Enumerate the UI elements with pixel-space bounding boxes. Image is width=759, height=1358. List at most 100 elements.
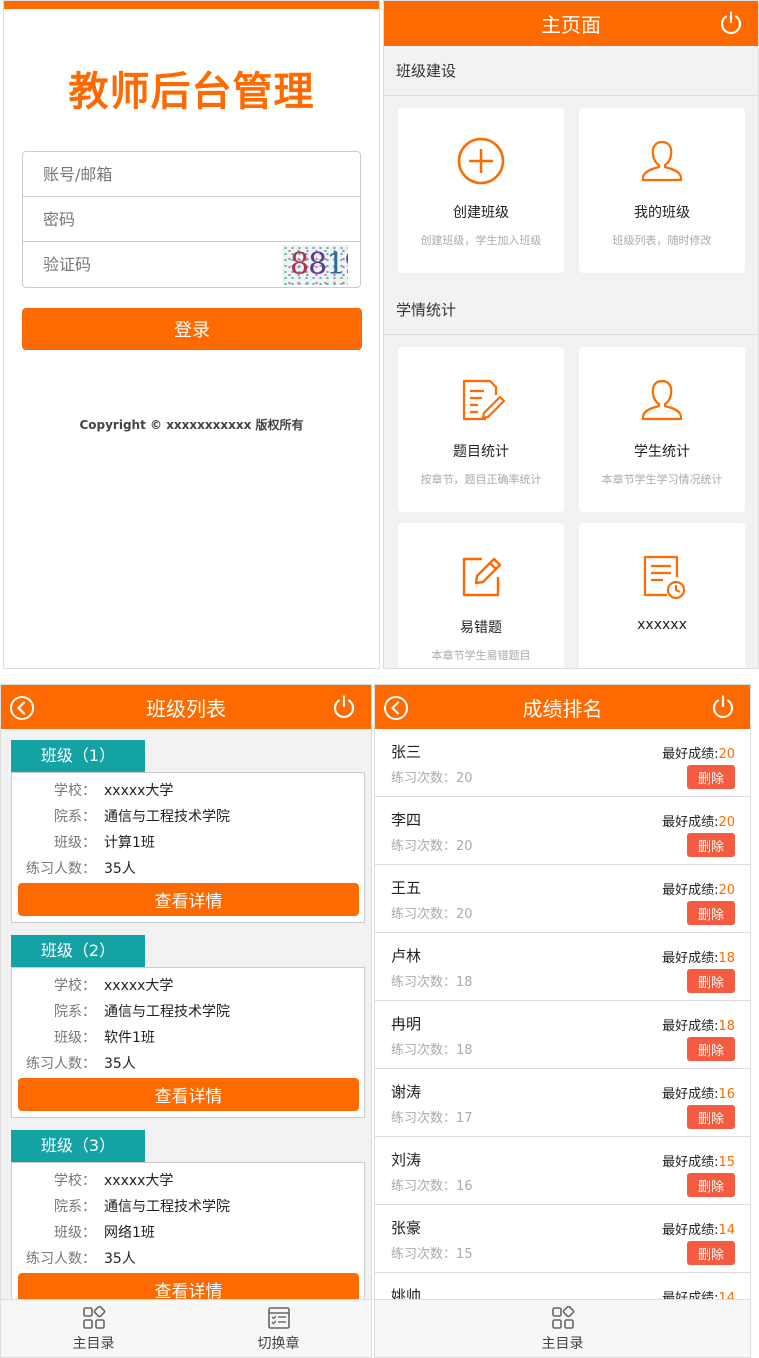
- student-name: 张三: [391, 743, 422, 761]
- count-row: 练习人数： 35人: [18, 1050, 358, 1076]
- back-icon[interactable]: [383, 695, 409, 721]
- count-label: 练习人数：: [26, 861, 96, 877]
- school-row: 学校： xxxxx大学: [18, 1167, 358, 1193]
- practice-value: 18: [456, 1043, 473, 1058]
- count-label: 练习人数：: [26, 1056, 96, 1072]
- dept-label: 院系：: [54, 809, 96, 825]
- table-row: 卢林 练习次数：18 最好成绩:18 删除: [375, 933, 750, 1001]
- class-label: 班级：: [54, 1030, 96, 1046]
- my-class-card[interactable]: 我的班级 班级列表，随时修改: [579, 108, 745, 273]
- delete-button[interactable]: 删除: [687, 765, 735, 789]
- top-accent-bar: [4, 1, 379, 9]
- delete-button[interactable]: 删除: [687, 1105, 735, 1129]
- delete-button[interactable]: 删除: [687, 833, 735, 857]
- table-row: 谢涛 练习次数：17 最好成绩:16 删除: [375, 1069, 750, 1137]
- grid-icon: [82, 1306, 105, 1329]
- student-name: 谢涛: [391, 1083, 422, 1101]
- count-row: 练习人数： 35人: [18, 1245, 358, 1271]
- login-title: 教师后台管理: [68, 69, 315, 115]
- dept-row: 院系： 通信与工程技术学院: [18, 998, 358, 1024]
- home-header: 主页面: [384, 1, 758, 46]
- school-value: xxxxx大学: [104, 783, 174, 799]
- class-info-box: 学校： xxxxx大学 院系： 通信与工程技术学院 班级： 网络1班 练习人数： 35人…: [11, 1162, 365, 1313]
- school-label: 学校：: [54, 1173, 96, 1189]
- school-value: xxxxx大学: [104, 978, 174, 994]
- delete-button[interactable]: 删除: [687, 969, 735, 993]
- view-details-button[interactable]: 查看详情: [18, 1078, 359, 1111]
- document-edit-icon: [462, 379, 506, 421]
- class-item: 班级（2） 学校： xxxxx大学 院系： 通信与工程技术学院 班级： 软件1班 练习…: [11, 935, 365, 1118]
- best-score: 最好成绩:16: [662, 1083, 735, 1102]
- dept-label: 院系：: [54, 1199, 96, 1215]
- practice-label: 练习次数：: [391, 1247, 457, 1262]
- delete-button[interactable]: 删除: [687, 1173, 735, 1197]
- tab-switch-chapter[interactable]: 切换章: [186, 1300, 371, 1357]
- other-card[interactable]: xxxxxx: [579, 523, 745, 668]
- class-value: 软件1班: [104, 1030, 155, 1046]
- bottom-tabbar: 主目录: [375, 1299, 750, 1357]
- dept-label: 院系：: [54, 1004, 96, 1020]
- best-score: 最好成绩:18: [662, 1015, 735, 1034]
- practice-value: 20: [456, 839, 473, 854]
- document-clock-icon: [643, 555, 686, 600]
- login-button[interactable]: 登录: [22, 308, 362, 350]
- student-stats-card[interactable]: 学生统计 本章节学生学习情况统计: [579, 347, 745, 512]
- ranking-header: 成绩排名: [375, 685, 750, 729]
- tab-label: 主目录: [541, 1336, 584, 1352]
- grid-icon: [551, 1306, 574, 1329]
- practice-value: 20: [456, 907, 473, 922]
- delete-button[interactable]: 删除: [687, 1241, 735, 1265]
- home-screen: 主页面 班级建设 创建班级 创建班级，学生加入班级 我的班级 班级列表，随时修改…: [383, 0, 759, 669]
- best-label: 最好成绩:: [662, 1223, 719, 1238]
- practice-label: 练习次数：: [391, 907, 457, 922]
- page-title: 班级列表: [146, 696, 226, 721]
- login-screen: 教师后台管理 8819 登录 Copyright © xxxxxxxxxxx 版…: [3, 0, 380, 669]
- account-input[interactable]: [23, 152, 360, 196]
- best-value: 16: [718, 1087, 735, 1102]
- class-item: 班级（3） 学校： xxxxx大学 院系： 通信与工程技术学院 班级： 网络1班 练习…: [11, 1130, 365, 1313]
- count-row: 练习人数： 35人: [18, 855, 358, 881]
- dept-value: 通信与工程技术学院: [104, 1004, 230, 1020]
- delete-button[interactable]: 删除: [687, 901, 735, 925]
- class-item: 班级（1） 学校： xxxxx大学 院系： 通信与工程技术学院 班级： 计算1班 练习…: [11, 740, 365, 923]
- tab-home[interactable]: 主目录: [1, 1300, 186, 1357]
- practice-count: 练习次数：16: [391, 1175, 473, 1194]
- student-name: 冉明: [391, 1015, 422, 1033]
- back-icon[interactable]: [9, 695, 35, 721]
- error-questions-card[interactable]: 易错题 本章节学生易错题目: [398, 523, 564, 668]
- captcha-image[interactable]: 8819: [282, 245, 348, 285]
- user-icon: [641, 140, 683, 182]
- ranking-list: 张三 练习次数：20 最好成绩:20 删除 李四 练习次数：20 最好成绩:20…: [375, 729, 750, 1341]
- section-title-stats: 学情统计: [384, 285, 758, 335]
- create-class-card[interactable]: 创建班级 创建班级，学生加入班级: [398, 108, 564, 273]
- class-row: 班级： 软件1班: [18, 1024, 358, 1050]
- class-cards: 创建班级 创建班级，学生加入班级 我的班级 班级列表，随时修改: [384, 96, 758, 285]
- view-details-button[interactable]: 查看详情: [18, 883, 359, 916]
- best-label: 最好成绩:: [662, 883, 719, 898]
- page-title: 成绩排名: [522, 696, 603, 721]
- power-icon[interactable]: [331, 694, 357, 720]
- student-name: 李四: [391, 811, 422, 829]
- practice-label: 练习次数：: [391, 1043, 457, 1058]
- power-icon[interactable]: [710, 694, 736, 720]
- password-input[interactable]: [23, 197, 360, 241]
- best-label: 最好成绩:: [662, 1019, 719, 1034]
- class-value: 计算1班: [104, 835, 155, 851]
- class-list-header: 班级列表: [1, 685, 371, 729]
- delete-button[interactable]: 删除: [687, 1037, 735, 1061]
- student-name: 卢林: [391, 947, 422, 965]
- power-icon[interactable]: [718, 10, 744, 36]
- class-tab: 班级（2）: [11, 935, 145, 967]
- practice-label: 练习次数：: [391, 771, 457, 786]
- dept-value: 通信与工程技术学院: [104, 1199, 230, 1215]
- captcha-code: 8819: [290, 247, 348, 282]
- tab-home[interactable]: 主目录: [375, 1300, 750, 1357]
- best-score: 最好成绩:20: [662, 879, 735, 898]
- question-stats-card[interactable]: 题目统计 按章节，题目正确率统计: [398, 347, 564, 512]
- page-title: 主页面: [541, 13, 601, 37]
- count-label: 练习人数：: [26, 1251, 96, 1267]
- school-label: 学校：: [54, 783, 96, 799]
- card-title: xxxxxx: [637, 617, 687, 633]
- practice-count: 练习次数：20: [391, 835, 473, 854]
- class-list: 班级（1） 学校： xxxxx大学 院系： 通信与工程技术学院 班级： 计算1班 练习…: [1, 729, 371, 1313]
